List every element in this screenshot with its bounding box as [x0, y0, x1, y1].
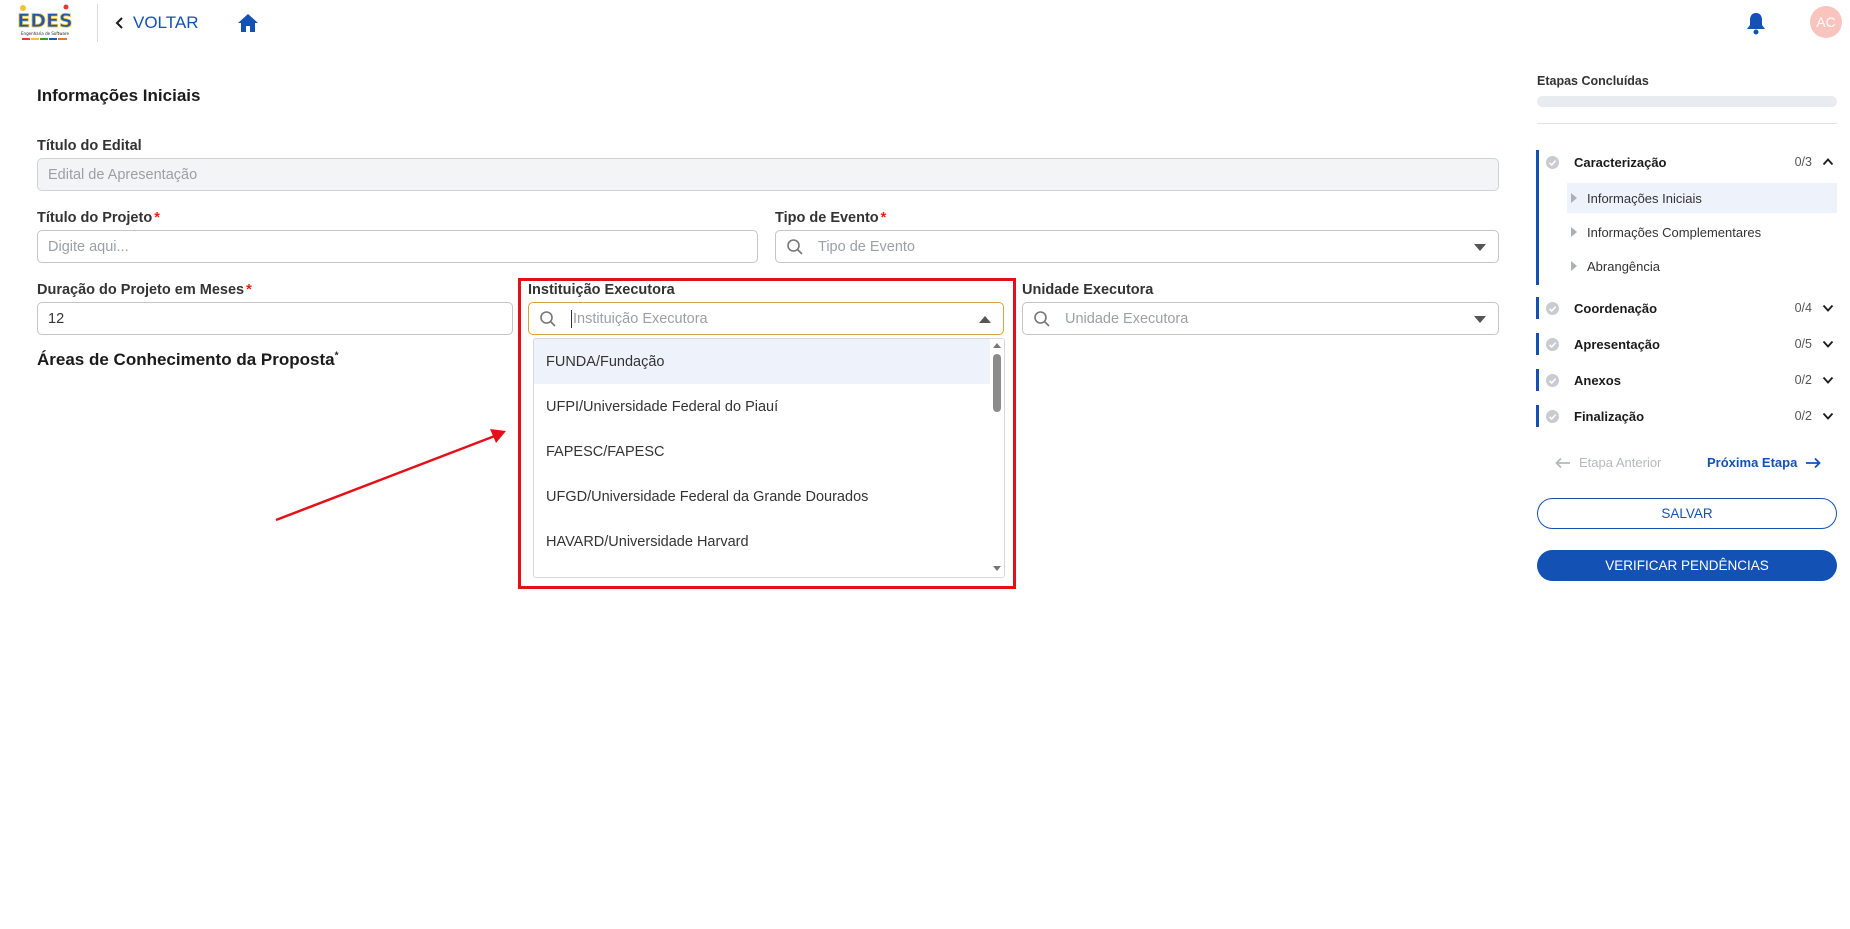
- required-mark: *: [154, 210, 160, 226]
- tipo-evento-select[interactable]: Tipo de Evento: [775, 230, 1499, 263]
- user-avatar[interactable]: AC: [1810, 6, 1842, 38]
- step-count: 0/3: [1794, 155, 1812, 169]
- unidade-select[interactable]: Unidade Executora: [1022, 302, 1499, 335]
- step-finalizacao[interactable]: Finalização 0/2: [1536, 402, 1838, 430]
- bell-icon[interactable]: [1745, 11, 1767, 35]
- save-button[interactable]: SALVAR: [1537, 498, 1837, 529]
- home-icon[interactable]: [236, 11, 260, 35]
- step-name: Anexos: [1574, 372, 1621, 388]
- step-apresentacao[interactable]: Apresentação 0/5: [1536, 330, 1838, 358]
- tipo-evento-label: Tipo de Evento *: [775, 210, 887, 226]
- required-mark: *: [246, 282, 252, 298]
- header-divider: [97, 4, 98, 42]
- step-count: 0/4: [1794, 301, 1812, 315]
- section-title: Informações Iniciais: [37, 86, 201, 105]
- caret-right-icon: [1571, 261, 1577, 271]
- chevron-down-icon: [1822, 340, 1834, 348]
- titulo-edital-placeholder: Edital de Apresentação: [48, 166, 198, 183]
- check-circle-icon: [1546, 410, 1559, 423]
- titulo-projeto-placeholder: Digite aqui...: [48, 238, 129, 255]
- chevron-up-icon: [1822, 158, 1834, 166]
- substep-informacoes-iniciais[interactable]: Informações Iniciais: [1567, 183, 1837, 213]
- substep-informacoes-complementares[interactable]: Informações Complementares: [1567, 217, 1837, 247]
- titulo-edital-label: Título do Edital: [37, 138, 142, 154]
- chevron-left-icon: [115, 17, 123, 29]
- progress-bar: [1537, 96, 1837, 107]
- back-button[interactable]: VOLTAR: [115, 10, 199, 36]
- areas-title: Áreas de Conhecimento da Proposta*: [37, 350, 339, 369]
- step-coordenacao[interactable]: Coordenação 0/4: [1536, 294, 1838, 322]
- arrow-annotation: [275, 429, 506, 522]
- arrow-left-icon: [1555, 457, 1570, 468]
- search-icon: [1034, 310, 1050, 327]
- substep-label: Informações Iniciais: [1587, 190, 1702, 206]
- logo-text: EDES: [18, 10, 72, 32]
- substep-label: Abrangência: [1587, 258, 1660, 274]
- edes-logo: EDES Engenharia de Software: [18, 3, 72, 43]
- duracao-label: Duração do Projeto em Meses *: [37, 282, 252, 298]
- tipo-evento-placeholder: Tipo de Evento: [818, 238, 915, 255]
- arrow-right-icon: [1806, 457, 1822, 468]
- duracao-input[interactable]: 12: [37, 302, 513, 335]
- step-name: Coordenação: [1574, 300, 1658, 316]
- required-mark: *: [334, 350, 339, 362]
- caret-right-icon: [1571, 193, 1577, 203]
- check-circle-icon: [1546, 374, 1559, 387]
- previous-step-label: Etapa Anterior: [1579, 455, 1662, 470]
- duracao-value: 12: [48, 310, 65, 327]
- caret-right-icon: [1571, 227, 1577, 237]
- next-step-label: Próxima Etapa: [1707, 455, 1798, 470]
- sidebar-divider: [1537, 123, 1837, 124]
- step-name: Apresentação: [1574, 336, 1660, 352]
- step-count: 0/5: [1794, 337, 1812, 351]
- next-step-button[interactable]: Próxima Etapa: [1707, 455, 1822, 470]
- step-name: Finalização: [1574, 408, 1645, 424]
- chevron-down-icon: [1474, 244, 1486, 251]
- titulo-projeto-input[interactable]: Digite aqui...: [37, 230, 758, 263]
- step-count: 0/2: [1794, 373, 1812, 387]
- step-count: 0/2: [1794, 409, 1812, 423]
- unidade-placeholder: Unidade Executora: [1065, 310, 1189, 327]
- verify-pending-button[interactable]: VERIFICAR PENDÊNCIAS: [1537, 550, 1837, 581]
- titulo-edital-field: Edital de Apresentação: [37, 158, 1499, 191]
- check-circle-icon: [1546, 338, 1559, 351]
- chevron-down-icon: [1822, 304, 1834, 312]
- top-header: EDES Engenharia de Software VOLTAR AC: [0, 0, 1850, 46]
- step-name: Caracterização: [1574, 154, 1667, 170]
- chevron-down-icon: [1822, 412, 1834, 420]
- step-anexos[interactable]: Anexos 0/2: [1536, 366, 1838, 394]
- check-circle-icon: [1546, 302, 1559, 315]
- back-label: VOLTAR: [133, 13, 199, 32]
- check-circle-icon: [1546, 156, 1559, 169]
- search-icon: [787, 238, 803, 255]
- logo-subtext: Engenharia de Software: [21, 31, 70, 36]
- required-mark: *: [880, 210, 887, 226]
- substep-abrangencia[interactable]: Abrangência: [1567, 251, 1837, 281]
- titulo-projeto-label: Título do Projeto *: [37, 210, 160, 226]
- unidade-label: Unidade Executora: [1022, 282, 1154, 298]
- substep-label: Informações Complementares: [1587, 224, 1762, 240]
- step-caracterizacao[interactable]: Caracterização 0/3: [1536, 148, 1838, 176]
- chevron-down-icon: [1474, 316, 1486, 323]
- completed-steps-title: Etapas Concluídas: [1537, 74, 1649, 88]
- chevron-down-icon: [1822, 376, 1834, 384]
- highlight-box: [518, 278, 1016, 589]
- previous-step-button[interactable]: Etapa Anterior: [1555, 455, 1661, 470]
